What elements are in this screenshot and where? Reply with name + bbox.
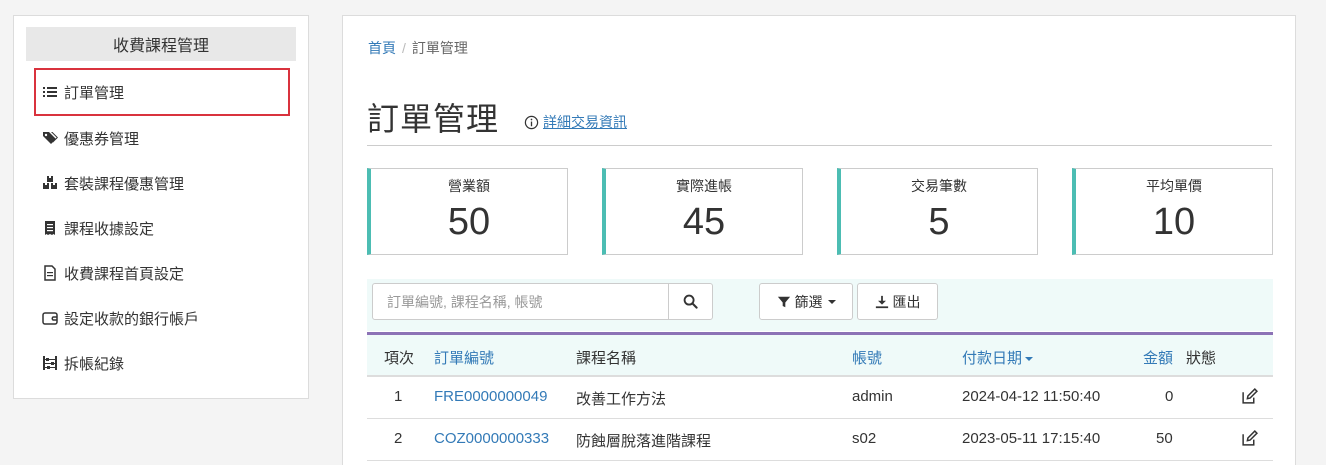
- receipt-icon: [42, 220, 58, 236]
- sidebar-item-label: 套裝課程優惠管理: [64, 175, 185, 193]
- col-header-paid-at[interactable]: 付款日期: [962, 347, 1034, 368]
- export-button[interactable]: 匯出: [857, 283, 938, 320]
- stat-label: 營業額: [448, 178, 490, 194]
- stat-label: 實際進帳: [676, 178, 732, 194]
- stat-value: 5: [928, 201, 950, 243]
- filter-icon: [777, 296, 790, 307]
- stat-value: 10: [1152, 201, 1196, 243]
- sidebar-title: 收費課程管理: [26, 27, 296, 61]
- cell-paid-at: 2023-05-11 17:15:40: [962, 430, 1101, 447]
- sidebar-item-label: 課程收據設定: [64, 220, 155, 238]
- cell-order-no-link[interactable]: COZ0000000333: [434, 430, 549, 447]
- abacus-icon: [42, 355, 58, 371]
- cell-paid-at: 2024-04-12 11:50:40: [962, 388, 1101, 405]
- chevron-down-icon: [827, 299, 836, 304]
- sidebar: 收費課程管理 訂單管理 優惠券管理 套裝課程優惠管理 課程收據設定 收費課程首頁…: [13, 15, 309, 399]
- page-title: 訂單管理: [367, 101, 500, 137]
- sidebar-item-label: 拆帳紀錄: [64, 355, 125, 373]
- transaction-details-link[interactable]: 詳細交易資訊: [524, 112, 627, 132]
- cell-course: 防蝕層脫落進階課程: [576, 433, 712, 450]
- export-label: 匯出: [892, 293, 921, 310]
- sidebar-item-split-records[interactable]: 拆帳紀錄: [34, 339, 290, 387]
- sidebar-item-bank-account[interactable]: 設定收款的銀行帳戶: [34, 294, 290, 342]
- paid-at-label: 付款日期: [962, 350, 1023, 367]
- col-header-order-no[interactable]: 訂單編號: [434, 347, 494, 368]
- sidebar-item-label: 優惠券管理: [64, 130, 140, 148]
- tags-icon: [42, 130, 58, 146]
- title-divider: [367, 145, 1272, 146]
- col-header-index: 項次: [384, 350, 415, 367]
- info-icon: [524, 115, 539, 129]
- col-header-amount[interactable]: 金額: [1143, 347, 1173, 368]
- toolbar: 篩選 匯出: [367, 279, 1273, 331]
- sidebar-item-orders[interactable]: 訂單管理: [34, 68, 290, 116]
- sidebar-item-homepage-settings[interactable]: 收費課程首頁設定: [34, 249, 290, 297]
- stat-value: 50: [447, 201, 491, 243]
- filter-dropdown-button[interactable]: 篩選: [759, 283, 853, 320]
- sidebar-item-label: 設定收款的銀行帳戶: [64, 310, 200, 328]
- transaction-details-label: 詳細交易資訊: [543, 114, 627, 130]
- sort-desc-icon: [1025, 357, 1034, 362]
- stat-card-actual-income: 實際進帳 45: [602, 168, 803, 255]
- search-icon: [683, 294, 698, 309]
- cell-account: s02: [852, 430, 877, 447]
- sidebar-item-coupons[interactable]: 優惠券管理: [34, 114, 290, 162]
- cell-index: 2: [394, 430, 403, 447]
- sidebar-item-bundle-discount[interactable]: 套裝課程優惠管理: [34, 159, 290, 207]
- boxes-icon: [42, 175, 58, 191]
- table-row: 2 COZ0000000333 防蝕層脫落進階課程 s02 2023-05-11…: [367, 419, 1273, 461]
- breadcrumb-separator: /: [402, 40, 406, 56]
- col-header-account[interactable]: 帳號: [852, 347, 882, 368]
- search-input[interactable]: [372, 283, 669, 320]
- wallet-icon: [42, 310, 58, 326]
- edit-icon[interactable]: [1241, 430, 1258, 447]
- col-header-course: 課程名稱: [576, 350, 637, 367]
- download-icon: [875, 295, 888, 308]
- list-icon: [42, 84, 58, 100]
- search-button[interactable]: [668, 283, 713, 320]
- edit-icon[interactable]: [1241, 388, 1258, 405]
- cell-course: 改善工作方法: [576, 391, 667, 408]
- col-header-status: 狀態: [1186, 350, 1217, 367]
- breadcrumb-home-link[interactable]: 首頁: [368, 40, 396, 56]
- cell-order-no-link[interactable]: FRE0000000049: [434, 388, 547, 405]
- filter-label: 篩選: [794, 293, 823, 310]
- stat-label: 平均單價: [1146, 178, 1202, 194]
- table-row: 1 FRE0000000049 改善工作方法 admin 2024-04-12 …: [367, 377, 1273, 419]
- cell-account: admin: [852, 388, 893, 405]
- stat-card-revenue: 營業額 50: [367, 168, 568, 255]
- stat-label: 交易筆數: [911, 178, 967, 194]
- cell-amount: 50: [1156, 430, 1173, 447]
- breadcrumb: 首頁 / 訂單管理: [368, 38, 468, 58]
- sidebar-item-label: 收費課程首頁設定: [64, 265, 185, 283]
- stat-card-transaction-count: 交易筆數 5: [837, 168, 1038, 255]
- stat-value: 45: [682, 201, 726, 243]
- sidebar-item-label: 訂單管理: [64, 84, 125, 102]
- main-panel: 首頁 / 訂單管理 訂單管理 詳細交易資訊 營業額 50 實際進帳 45 交易筆數 …: [342, 15, 1296, 465]
- cell-amount: 0: [1165, 388, 1174, 405]
- file-icon: [42, 265, 58, 281]
- breadcrumb-current: 訂單管理: [411, 40, 468, 56]
- stat-card-average-price: 平均單價 10: [1072, 168, 1273, 255]
- cell-index: 1: [394, 388, 403, 405]
- sidebar-item-receipt-settings[interactable]: 課程收據設定: [34, 204, 290, 252]
- table-header: 項次 訂單編號 課程名稱 帳號 付款日期 金額 狀態: [367, 335, 1273, 377]
